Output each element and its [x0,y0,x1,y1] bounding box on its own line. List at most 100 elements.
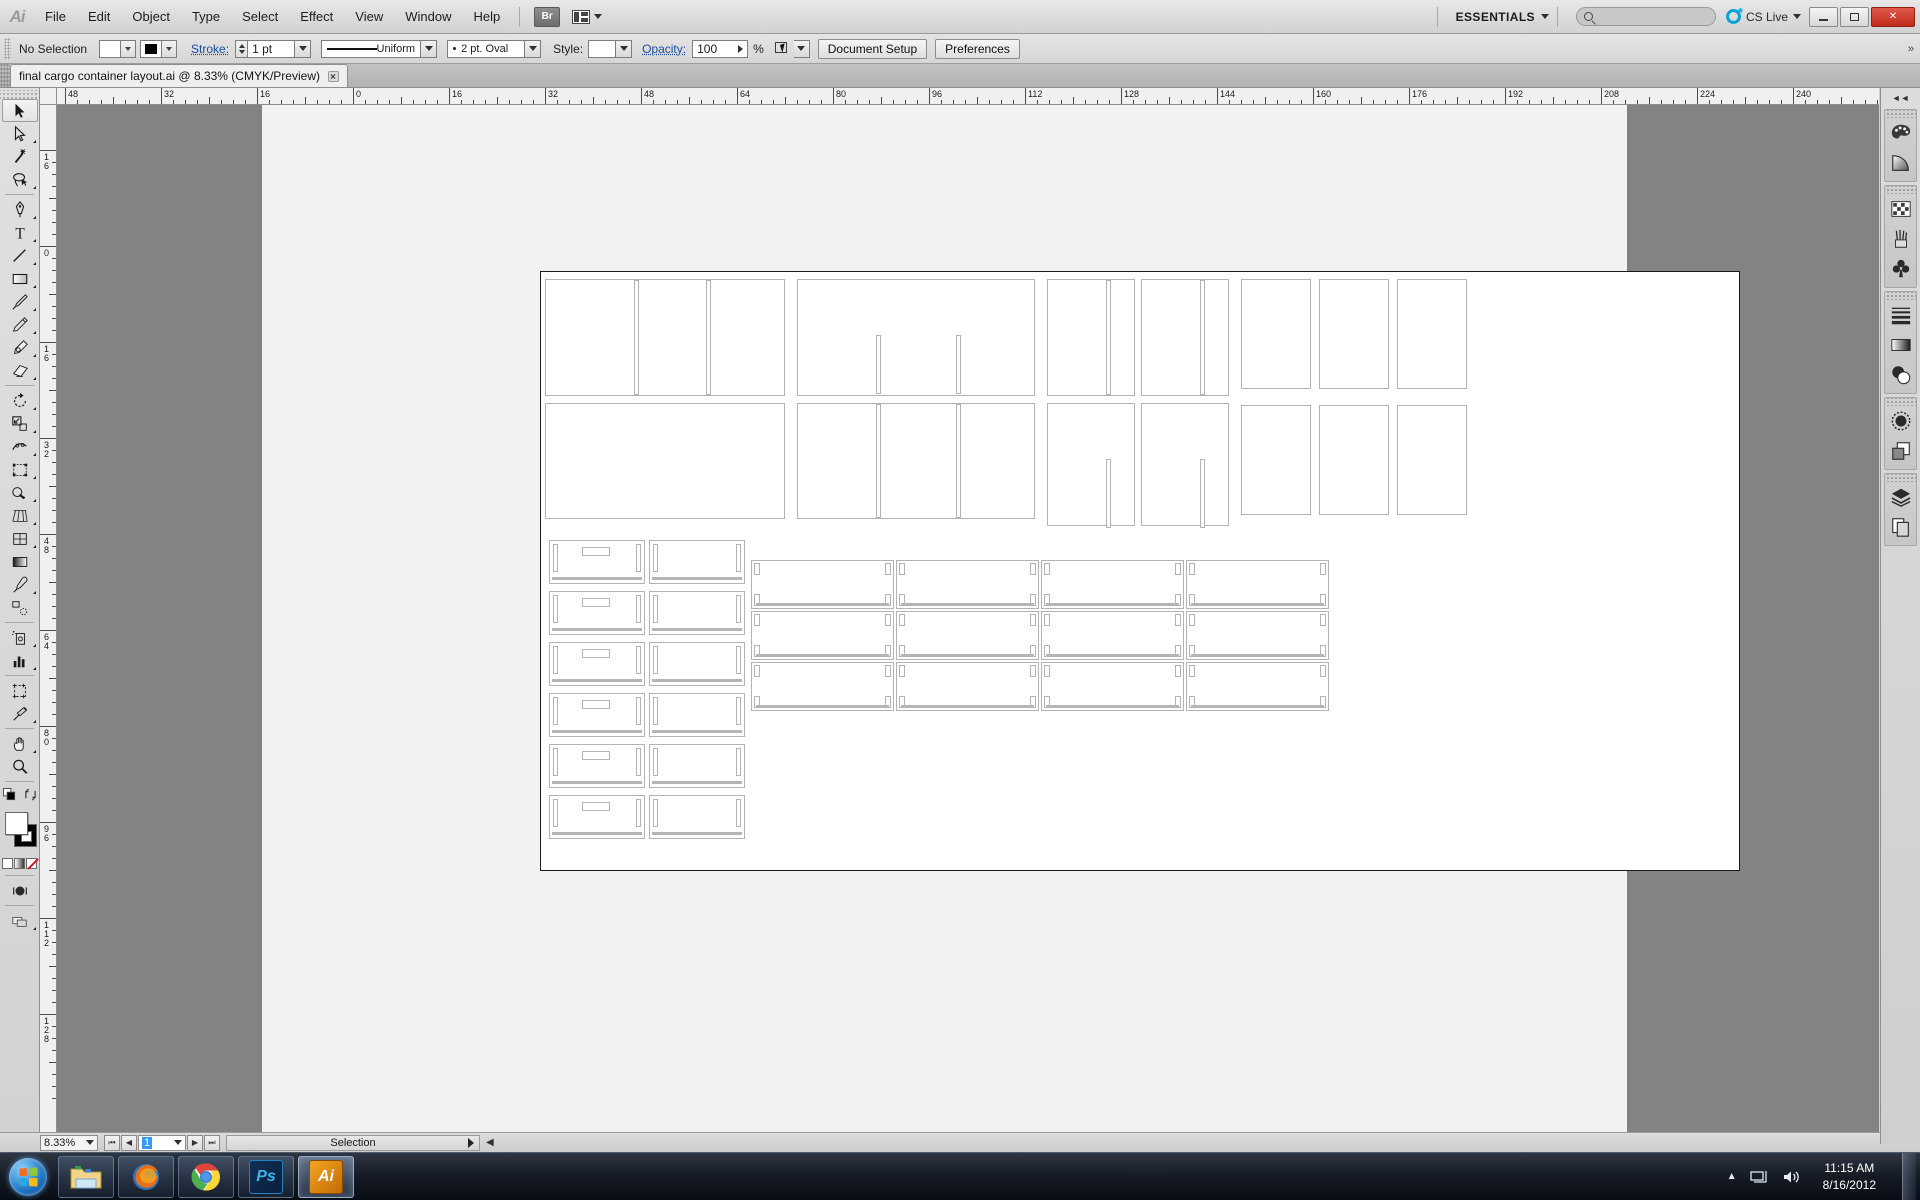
start-button[interactable] [2,1155,54,1199]
tools-panel-grip[interactable] [0,90,39,99]
minimize-button[interactable] [1809,7,1838,27]
go-to-bridge-button[interactable]: Br [534,7,560,27]
shape-builder-tool[interactable] [2,481,38,504]
container-end-elevation[interactable] [649,540,745,584]
container-elevation-large[interactable] [545,403,785,519]
eraser-tool[interactable] [2,359,38,382]
graphic-style-swatch[interactable] [588,40,616,58]
eyedropper-tool[interactable] [2,573,38,596]
opacity-input[interactable]: 100 [692,40,748,58]
appearance-panel-icon[interactable] [1885,406,1917,436]
rectangle-tool[interactable] [2,267,38,290]
stroke-weight-input[interactable]: 1 pt [247,40,295,58]
dock-group-grip[interactable] [1885,398,1916,406]
swatches-panel-icon[interactable] [1885,194,1917,224]
color-fill-icon[interactable] [2,858,13,869]
graphic-style-dropdown[interactable] [616,40,632,58]
container-side-elevation[interactable] [896,662,1039,711]
artboards-panel-icon[interactable] [1885,512,1917,542]
fill-swatch[interactable] [99,40,121,58]
container-side-elevation[interactable] [751,560,894,609]
container-elevation-large[interactable] [1241,405,1311,515]
container-end-elevation[interactable] [549,591,645,635]
status-resize-grip[interactable]: ◀ [486,1137,494,1148]
canvas-area[interactable] [57,105,1879,1144]
next-artboard-button[interactable]: ▶ [187,1135,203,1151]
dock-group-grip[interactable] [1885,292,1916,300]
default-fill-stroke-icon[interactable] [3,788,16,801]
container-elevation-large[interactable] [1397,405,1467,515]
container-end-elevation[interactable] [649,795,745,839]
menu-edit[interactable]: Edit [77,0,121,34]
rotate-tool[interactable] [2,389,38,412]
container-side-elevation[interactable] [1041,560,1184,609]
container-side-elevation[interactable] [896,611,1039,660]
document-tab[interactable]: final cargo container layout.ai @ 8.33% … [10,64,348,87]
menu-file[interactable]: File [34,0,77,34]
container-end-elevation[interactable] [549,642,645,686]
fill-color-swatch[interactable] [5,812,28,835]
gradient-panel-icon[interactable] [1885,330,1917,360]
maximize-button[interactable] [1840,7,1869,27]
screen-mode-button[interactable] [2,909,38,932]
container-side-elevation[interactable] [751,662,894,711]
width-tool[interactable] [2,435,38,458]
stroke-dropdown-button[interactable] [162,40,177,58]
container-side-elevation[interactable] [896,560,1039,609]
symbol-sprayer-tool[interactable] [2,626,38,649]
container-end-elevation[interactable] [549,540,645,584]
variable-width-profile-select[interactable]: Uniform [321,40,421,58]
expand-panels-icon[interactable]: ◄◄ [1881,90,1920,106]
mesh-tool[interactable] [2,527,38,550]
stroke-weight-stepper[interactable] [235,40,247,58]
paintbrush-tool[interactable] [2,290,38,313]
type-tool[interactable]: T [2,221,38,244]
menu-window[interactable]: Window [394,0,462,34]
container-end-elevation[interactable] [549,795,645,839]
color-panel-icon[interactable] [1885,118,1917,148]
preferences-button[interactable]: Preferences [935,39,1020,59]
drawing-mode-button[interactable] [2,879,38,902]
control-panel-overflow-icon[interactable]: » [1908,43,1920,55]
container-elevation-large[interactable] [1047,403,1135,526]
show-hidden-icons-icon[interactable]: ▲ [1727,1171,1737,1182]
vertical-ruler[interactable]: 16 0 16 32 48 64 80 96 112 128 [40,105,57,1144]
swap-fill-stroke-icon[interactable] [24,788,37,801]
taskbar-firefox[interactable] [118,1156,174,1198]
gradient-tool[interactable] [2,550,38,573]
stroke-weight-dropdown[interactable] [295,40,311,58]
opacity-slider-arrow-icon[interactable] [738,45,743,53]
zoom-level-select[interactable]: 8.33% [40,1135,98,1151]
profile-dropdown[interactable] [421,40,437,58]
pen-tool[interactable] [2,198,38,221]
container-elevation-large[interactable] [1047,279,1135,396]
blob-brush-tool[interactable] [2,336,38,359]
ruler-corner[interactable] [40,88,57,105]
menu-select[interactable]: Select [231,0,289,34]
stroke-label[interactable]: Stroke: [191,42,229,56]
artboard-number-input[interactable]: 1 [138,1135,186,1151]
close-icon[interactable] [328,71,339,82]
zoom-tool[interactable] [2,755,38,778]
fill-color-control[interactable] [99,40,136,58]
fill-dropdown-button[interactable] [121,40,136,58]
scale-tool[interactable] [2,412,38,435]
gradient-fill-icon[interactable] [14,858,25,869]
clock[interactable]: 11:15 AM 8/16/2012 [1813,1160,1886,1194]
brush-dropdown[interactable] [525,40,541,58]
column-graph-tool[interactable] [2,649,38,672]
direct-selection-tool[interactable] [2,122,38,145]
artboard-tool[interactable] [2,679,38,702]
slice-tool[interactable] [2,702,38,725]
container-elevation-large[interactable] [1397,279,1467,389]
stroke-panel-icon[interactable] [1885,300,1917,330]
container-side-elevation[interactable] [1041,662,1184,711]
last-artboard-button[interactable]: ⏭ [204,1135,220,1151]
brush-definition-select[interactable]: 2 pt. Oval [447,40,525,58]
container-elevation-large[interactable] [1241,279,1311,389]
menu-object[interactable]: Object [121,0,181,34]
workspace-chevron-down-icon[interactable] [1541,14,1549,19]
symbols-panel-icon[interactable] [1885,254,1917,284]
container-end-elevation[interactable] [549,693,645,737]
container-side-elevation[interactable] [751,611,894,660]
